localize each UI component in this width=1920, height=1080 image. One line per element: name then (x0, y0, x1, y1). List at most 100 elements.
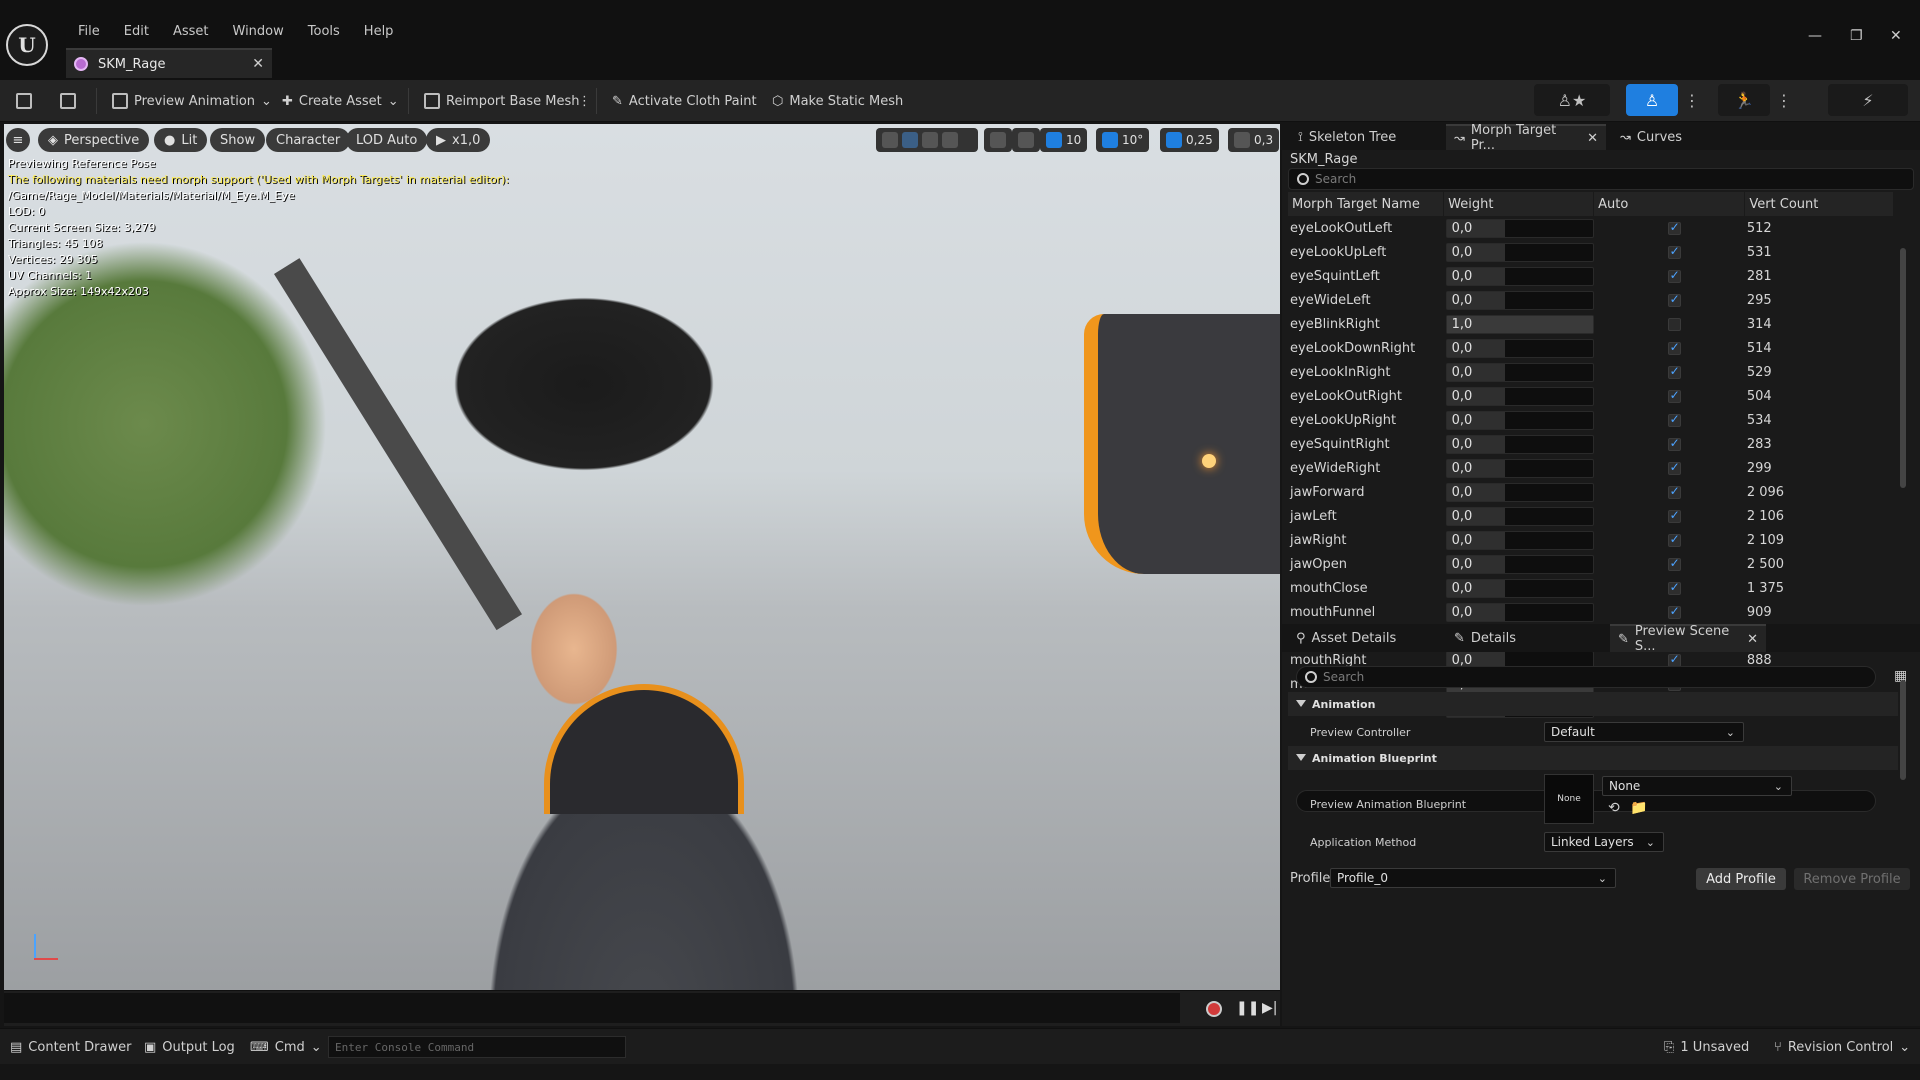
table-row[interactable]: jawForward 0,0 2 096 (1288, 480, 1894, 504)
preview-controller-dropdown[interactable]: Default ⌄ (1544, 722, 1744, 742)
tab-skeleton-tree[interactable]: ⟟ Skeleton Tree (1290, 124, 1404, 150)
auto-checkbox[interactable] (1667, 532, 1681, 547)
auto-checkbox[interactable] (1667, 460, 1681, 475)
auto-checkbox[interactable] (1667, 484, 1681, 499)
lit-button[interactable]: ● Lit (154, 128, 208, 152)
table-row[interactable]: eyeBlinkRight 1,0 314 (1288, 312, 1894, 336)
viewport-options-button[interactable]: ≡ (6, 128, 30, 152)
restore-icon[interactable]: ❐ (1850, 28, 1863, 44)
table-row[interactable]: eyeLookOutRight 0,0 504 (1288, 384, 1894, 408)
column-auto[interactable]: Auto (1593, 192, 1746, 216)
menu-file[interactable]: File (66, 24, 112, 39)
auto-checkbox[interactable] (1667, 652, 1681, 667)
camera-speed-button[interactable]: 0,3 (1228, 128, 1280, 152)
weight-slider[interactable]: 0,0 (1445, 602, 1594, 622)
mode-more-button[interactable]: ⋮ (1682, 84, 1702, 116)
column-name[interactable]: Morph Target Name (1288, 192, 1445, 216)
animation-mode-button[interactable]: 🏃 (1718, 84, 1770, 116)
cmd-dropdown[interactable]: ⌨ Cmd ⌄ (250, 1029, 322, 1065)
weight-slider[interactable]: 0,0 (1445, 218, 1594, 238)
show-button[interactable]: Show (210, 128, 266, 152)
close-icon[interactable]: ✕ (1587, 131, 1598, 146)
activate-cloth-paint-button[interactable]: ✎ Activate Cloth Paint (612, 80, 757, 122)
tab-asset-details[interactable]: ⚲ Asset Details (1288, 624, 1404, 652)
tab-morph-target-preview[interactable]: ↝ Morph Target Pr... ✕ (1446, 123, 1606, 153)
preview-animation-button[interactable]: Preview Animation ⌄ (112, 80, 272, 122)
weight-slider[interactable]: 0,0 (1445, 530, 1594, 550)
lod-button[interactable]: LOD Auto (346, 128, 428, 152)
tab-curves[interactable]: ↝ Curves (1612, 124, 1690, 150)
application-method-dropdown[interactable]: Linked Layers ⌄ (1544, 832, 1664, 852)
weight-slider[interactable]: 0,0 (1445, 386, 1594, 406)
menu-help[interactable]: Help (352, 24, 406, 39)
auto-checkbox[interactable] (1667, 604, 1681, 619)
output-log-button[interactable]: ▣ Output Log (144, 1029, 235, 1065)
toolbar-more-button[interactable]: ⋮ (578, 80, 591, 122)
weight-slider[interactable]: 0,0 (1445, 266, 1594, 286)
playback-speed-button[interactable]: ▶ x1,0 (426, 128, 491, 152)
console-input[interactable]: Enter Console Command (328, 1036, 626, 1058)
table-row[interactable]: eyeLookOutLeft 0,0 512 (1288, 216, 1894, 240)
table-row[interactable]: jawOpen 0,0 2 500 (1288, 552, 1894, 576)
table-row[interactable]: eyeLookInRight 0,0 529 (1288, 360, 1894, 384)
scale-snap-button[interactable]: 0,25 (1160, 128, 1219, 152)
pause-icon[interactable]: ❚❚ (1236, 1000, 1259, 1016)
table-row[interactable]: jawLeft 0,0 2 106 (1288, 504, 1894, 528)
auto-checkbox[interactable] (1667, 556, 1681, 571)
auto-checkbox[interactable] (1667, 364, 1681, 379)
step-forward-icon[interactable]: ▶| (1262, 1000, 1277, 1016)
table-row[interactable]: eyeLookDownRight 0,0 514 (1288, 336, 1894, 360)
weight-slider[interactable]: 0,0 (1445, 338, 1594, 358)
auto-checkbox[interactable] (1667, 220, 1681, 235)
weight-slider[interactable]: 0,0 (1445, 482, 1594, 502)
weight-slider[interactable]: 0,0 (1445, 290, 1594, 310)
browse-button[interactable] (60, 80, 76, 122)
auto-checkbox[interactable] (1667, 317, 1681, 331)
details-search-input[interactable]: Search (1296, 666, 1876, 688)
table-row[interactable]: eyeWideRight 0,0 299 (1288, 456, 1894, 480)
weight-slider[interactable]: 0,0 (1445, 506, 1594, 526)
section-animation-blueprint[interactable]: Animation Blueprint (1288, 746, 1898, 770)
weight-slider[interactable]: 0,0 (1445, 434, 1594, 454)
add-profile-button[interactable]: Add Profile (1696, 868, 1786, 890)
menu-asset[interactable]: Asset (161, 24, 221, 39)
anim-bp-dropdown[interactable]: None ⌄ (1602, 776, 1792, 796)
skeleton-mode-button[interactable]: ♙★ (1534, 84, 1610, 116)
weight-slider[interactable]: 0,0 (1445, 410, 1594, 430)
weight-slider[interactable]: 0,0 (1445, 242, 1594, 262)
auto-checkbox[interactable] (1667, 244, 1681, 259)
auto-checkbox[interactable] (1667, 388, 1681, 403)
transform-tools[interactable] (876, 128, 978, 152)
auto-checkbox[interactable] (1667, 412, 1681, 427)
table-row[interactable]: eyeWideLeft 0,0 295 (1288, 288, 1894, 312)
viewport[interactable]: ≡ ◈ Perspective ● Lit Show Character LOD A… (4, 124, 1280, 990)
minimize-icon[interactable]: — (1808, 28, 1822, 44)
content-drawer-button[interactable]: ▤ Content Drawer (10, 1029, 131, 1065)
close-tab-icon[interactable]: ✕ (252, 56, 264, 72)
menu-tools[interactable]: Tools (296, 24, 352, 39)
table-row[interactable]: jawRight 0,0 2 109 (1288, 528, 1894, 552)
weight-slider[interactable]: 0,0 (1445, 458, 1594, 478)
surface-snap-button[interactable] (1012, 128, 1040, 152)
morph-search-input[interactable]: Search (1288, 168, 1914, 190)
table-row[interactable]: mouthFunnel 0,0 909 (1288, 600, 1894, 624)
save-button[interactable] (16, 80, 32, 122)
menu-edit[interactable]: Edit (112, 24, 161, 39)
character-button[interactable]: Character (266, 128, 351, 152)
create-asset-button[interactable]: ✚ Create Asset ⌄ (282, 80, 399, 122)
menu-window[interactable]: Window (221, 24, 296, 39)
table-row[interactable]: mouthClose 0,0 1 375 (1288, 576, 1894, 600)
auto-checkbox[interactable] (1667, 292, 1681, 307)
mode-more-button-2[interactable]: ⋮ (1774, 84, 1794, 116)
world-local-button[interactable] (984, 128, 1012, 152)
weight-slider[interactable]: 0,0 (1445, 578, 1594, 598)
unreal-logo-icon[interactable]: U (6, 24, 48, 66)
auto-checkbox[interactable] (1667, 508, 1681, 523)
section-animation[interactable]: Animation (1288, 692, 1898, 716)
auto-checkbox[interactable] (1667, 340, 1681, 355)
grid-snap-button[interactable]: 10 (1040, 128, 1088, 152)
browse-folder-icon[interactable]: 📁 (1630, 800, 1647, 816)
weight-slider[interactable]: 0,0 (1445, 554, 1594, 574)
use-selected-icon[interactable]: ⟲ (1608, 800, 1620, 816)
perspective-button[interactable]: ◈ Perspective (38, 128, 150, 152)
